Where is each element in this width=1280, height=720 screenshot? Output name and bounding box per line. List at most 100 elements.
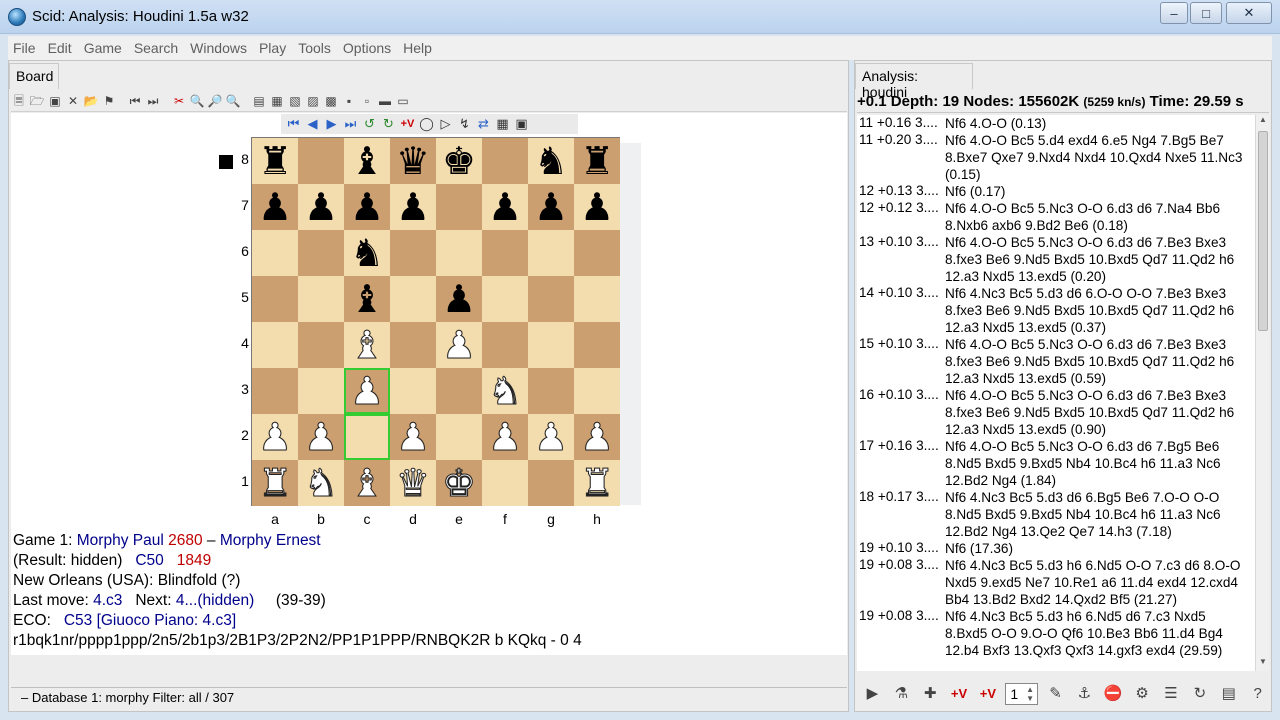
square-e2[interactable] [436,414,482,460]
analysis-line[interactable]: 13 +0.10 3.... Nf6 4.O-O Bc5 5.Nc3 O-O 6.… [857,234,1255,285]
analysis-line[interactable]: 19 +0.08 3.... Nf6 4.Nc3 Bc5 5.d3 h6 6.Nd… [857,557,1255,608]
white-pawn-icon[interactable]: ♟ [257,418,292,457]
square-e6[interactable] [436,230,482,276]
copy-icon[interactable]: ▤ [1217,682,1240,706]
white-rook-icon[interactable]: ♜ [579,464,614,503]
square-e4[interactable]: ♟ [436,322,482,368]
close-database-icon[interactable]: ✕ [65,93,81,109]
black-pawn-icon[interactable]: ♟ [442,280,476,318]
trial-mode-icon[interactable]: ↯ [456,116,473,132]
square-b2[interactable]: ♟ [298,414,344,460]
tree-icon-2[interactable]: ☰ [1160,682,1183,706]
square-b1[interactable]: ♞ [298,460,344,506]
square-a7[interactable]: ♟ [252,184,298,230]
square-f2[interactable]: ♟ [482,414,528,460]
new-database-icon[interactable]: 🗏 [11,93,27,109]
first-game-icon[interactable]: ⏮ [127,93,143,109]
start-engine-icon[interactable]: ▶ [861,682,884,706]
analysis-line[interactable]: 11 +0.16 3.... Nf6 4.O-O (0.13) [857,115,1255,132]
enter-variation-icon[interactable]: ↻ [380,116,397,132]
square-d1[interactable]: ♛ [390,460,436,506]
square-c1[interactable]: ♝ [344,460,390,506]
annotate-icon[interactable]: ✎ [1044,682,1067,706]
black-rook-icon[interactable]: ♜ [580,142,614,180]
hint-bulb-icon[interactable]: ◯ [418,116,435,132]
square-f1[interactable] [482,460,528,506]
last-move[interactable]: 4.c3 [93,592,122,609]
square-f8[interactable] [482,138,528,184]
bookmark-icon[interactable]: ⚑ [101,93,117,109]
square-c8[interactable]: ♝ [344,138,390,184]
square-b4[interactable] [298,322,344,368]
eco-code[interactable]: C50 [135,552,163,569]
square-f7[interactable]: ♟ [482,184,528,230]
move-end-icon[interactable]: ⏭ [342,116,359,132]
last-game-icon[interactable]: ⏭ [145,93,161,109]
analysis-line[interactable]: 17 +0.16 3.... Nf6 4.O-O Bc5 5.Nc3 O-O 6.… [857,438,1255,489]
game-result[interactable]: (Result: hidden) [13,552,122,569]
square-h6[interactable] [574,230,620,276]
analysis-lines[interactable]: 11 +0.16 3.... Nf6 4.O-O (0.13) 11 +0.20 3… [857,115,1255,671]
square-h8[interactable]: ♜ [574,138,620,184]
menu-help[interactable]: Help [398,40,437,56]
square-c3[interactable]: ♟ [344,368,390,414]
add-all-variations-icon[interactable]: +V [977,682,1000,706]
analysis-line[interactable]: 14 +0.10 3.... Nf6 4.Nc3 Bc5 5.d3 d6 6.O-… [857,285,1255,336]
black-pawn-icon[interactable]: ♟ [534,188,568,226]
square-e3[interactable] [436,368,482,414]
menu-windows[interactable]: Windows [185,40,252,56]
square-g2[interactable]: ♟ [528,414,574,460]
save-icon[interactable]: ▣ [47,93,63,109]
black-pawn-icon[interactable]: ♟ [258,188,292,226]
analysis-line[interactable]: 12 +0.13 3.... Nf6 (0.17) [857,183,1255,200]
analysis-line[interactable]: 15 +0.10 3.... Nf6 4.O-O Bc5 5.Nc3 O-O 6.… [857,336,1255,387]
white-bishop-icon[interactable]: ♝ [349,464,384,503]
square-d6[interactable] [390,230,436,276]
square-g7[interactable]: ♟ [528,184,574,230]
square-h5[interactable] [574,276,620,322]
square-h1[interactable]: ♜ [574,460,620,506]
square-d2[interactable]: ♟ [390,414,436,460]
folder-icon[interactable]: 📂 [83,93,99,109]
white-knight-icon[interactable]: ♞ [487,372,522,411]
board-options-icon[interactable]: ▣ [513,116,530,132]
menu-game[interactable]: Game [79,40,127,56]
white-knight-icon[interactable]: ♞ [303,464,338,503]
autoplay-icon[interactable]: ▷ [437,116,454,132]
search-header-icon[interactable]: 🔎 [207,93,223,109]
menu-edit[interactable]: Edit [43,40,77,56]
white-pawn-icon[interactable]: ♟ [579,418,614,457]
square-g6[interactable] [528,230,574,276]
pgn-window-icon[interactable]: ▧ [287,93,303,109]
square-g8[interactable]: ♞ [528,138,574,184]
exit-variation-icon[interactable]: ↺ [361,116,378,132]
white-queen-icon[interactable]: ♛ [395,464,430,503]
square-a8[interactable]: ♜ [252,138,298,184]
black-king-icon[interactable]: ♚ [442,142,476,180]
flip-board-icon[interactable]: ⇄ [475,116,492,132]
analysis-line[interactable]: 19 +0.10 3.... Nf6 (17.36) [857,540,1255,557]
analysis-line[interactable]: 18 +0.17 3.... Nf6 4.Nc3 Bc5 5.d3 d6 6.Bg… [857,489,1255,540]
square-c2[interactable] [344,414,390,460]
stop-icon[interactable]: ⛔ [1102,682,1125,706]
help-icon[interactable]: ? [1246,682,1269,706]
square-a1[interactable]: ♜ [252,460,298,506]
square-h4[interactable] [574,322,620,368]
training-icon[interactable]: ⚓ [1073,682,1096,706]
square-g5[interactable] [528,276,574,322]
pv-count-stepper[interactable]: 1 ▲ ▼ [1005,683,1039,705]
square-f4[interactable] [482,322,528,368]
square-e1[interactable]: ♚ [436,460,482,506]
square-b6[interactable] [298,230,344,276]
white-pawn-icon[interactable]: ♟ [349,372,384,411]
stepper-arrows-icon[interactable]: ▲ ▼ [1026,685,1036,703]
square-e7[interactable] [436,184,482,230]
coordinates-icon[interactable]: ▦ [494,116,511,132]
square-c4[interactable]: ♝ [344,322,390,368]
white-pawn-icon[interactable]: ♟ [303,418,338,457]
square-f6[interactable] [482,230,528,276]
cut-icon[interactable]: ✂ [171,93,187,109]
open-folder-icon[interactable]: 🗁 [29,93,45,109]
engine-icon[interactable]: ▭ [395,93,411,109]
black-queen-icon[interactable]: ♛ [396,142,430,180]
